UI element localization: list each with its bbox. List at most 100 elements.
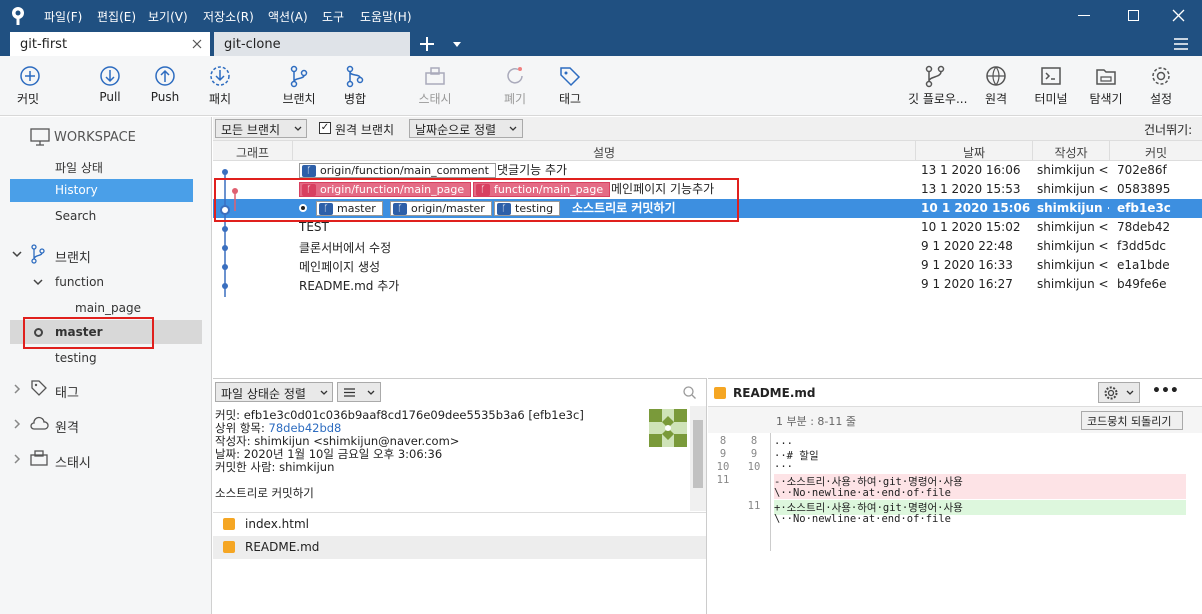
menu-view[interactable]: 보기(V) [148, 8, 188, 25]
column-header-author[interactable]: 작성자 [1033, 141, 1110, 161]
sidebar-item-function[interactable]: function [55, 275, 104, 289]
sidebar-item-testing[interactable]: testing [55, 351, 97, 365]
file-row-index[interactable]: index.html [213, 512, 706, 535]
diff-line-text: ··· [774, 461, 793, 473]
remote-branch-checkbox[interactable]: ✓ [319, 122, 331, 134]
commit-date: 9 1 2020 16:33 [921, 258, 1013, 272]
stashes-heading[interactable]: 스태시 [55, 452, 91, 471]
modified-file-icon [223, 541, 235, 553]
hamburger-menu-icon[interactable] [1174, 38, 1188, 50]
tab-git-clone[interactable]: git-clone [214, 32, 410, 56]
table-row[interactable]: 클론서버에서 수정 9 1 2020 22:48 shimkijun <shimki… [213, 237, 1202, 256]
remote-button[interactable]: 원격 [971, 64, 1021, 107]
chevron-down-icon[interactable] [12, 251, 22, 258]
gear-icon [1152, 67, 1170, 85]
branch-filter-dropdown[interactable]: 모든 브랜치 [215, 119, 307, 138]
menu-repository[interactable]: 저장소(R) [203, 8, 254, 25]
commit-hash: 78deb42 [1117, 220, 1171, 234]
settings-button[interactable]: 설정 [1136, 64, 1186, 107]
commit-details-panel: 파일 상태순 정렬 커밋: efb1e3c0d01c036b9aaf8cd176… [213, 378, 707, 614]
gear-icon [1104, 386, 1118, 400]
more-options-icon[interactable]: ••• [1152, 383, 1179, 399]
menu-edit[interactable]: 편집(E) [97, 8, 136, 25]
details-scrollbar[interactable] [690, 406, 706, 511]
view-options-dropdown[interactable] [337, 382, 381, 402]
sort-dropdown[interactable]: 날짜순으로 정렬 [409, 119, 523, 138]
column-header-graph[interactable]: 그래프 [213, 141, 293, 161]
file-sort-label: 파일 상태순 정렬 [221, 387, 306, 401]
stash-button[interactable]: 스태시 [410, 64, 460, 107]
merge-label: 병합 [343, 92, 367, 106]
branches-heading[interactable]: 브랜치 [55, 247, 91, 266]
commit-hash: efb1e3c [1117, 201, 1171, 215]
discard-label: 폐기 [503, 92, 527, 106]
explorer-label: 탐색기 [1089, 92, 1123, 106]
maximize-button[interactable] [1128, 10, 1139, 21]
sidebar-item-file-status[interactable]: 파일 상태 [55, 159, 103, 176]
commit-message: 클론서버에서 수정 [299, 241, 392, 255]
graph-node [222, 283, 228, 289]
chevron-down-icon[interactable] [453, 42, 461, 47]
scrollbar-thumb[interactable] [693, 420, 703, 488]
chevron-right-icon[interactable] [14, 384, 21, 394]
branch-button[interactable]: 브랜치 [274, 64, 324, 107]
remotes-heading[interactable]: 원격 [55, 417, 79, 436]
minimize-button[interactable] [1078, 15, 1090, 16]
column-header-commit[interactable]: 커밋 [1110, 141, 1202, 161]
commit-message: 메인페이지 생성 [299, 260, 381, 274]
tag-icon [31, 380, 47, 396]
file-sort-dropdown[interactable]: 파일 상태순 정렬 [215, 382, 333, 402]
remote-branch-label: 원격 브랜치 [335, 123, 395, 137]
add-tab-icon[interactable] [420, 37, 434, 51]
commit-button[interactable]: 커밋 [5, 64, 55, 107]
column-header-description[interactable]: 설명 [293, 141, 916, 161]
branch-badge[interactable]: ᚴ origin/function/main_comment [299, 163, 496, 178]
file-name: README.md [245, 540, 320, 554]
terminal-button[interactable]: 터미널 [1026, 64, 1076, 107]
commit-date: 10 1 2020 15:02 [921, 220, 1021, 234]
tab-git-first[interactable]: git-first [10, 32, 210, 56]
chevron-down-icon[interactable] [33, 279, 43, 286]
explorer-button[interactable]: 탐색기 [1081, 64, 1131, 107]
diff-line: 8 8... [708, 435, 1202, 448]
fetch-label: 패치 [208, 92, 232, 106]
close-icon[interactable] [1172, 9, 1185, 22]
menu-tools[interactable]: 도구 [322, 8, 344, 25]
table-row[interactable]: 메인페이지 생성 9 1 2020 16:33 shimkijun <shimki e… [213, 256, 1202, 275]
sidebar-item-search[interactable]: Search [55, 209, 96, 223]
commit-author: shimkijun <shimki [1037, 277, 1109, 291]
revert-hunk-button[interactable]: 코드뭉치 되돌리기 [1081, 411, 1183, 430]
commit-author: shimkijun <shimki [1037, 182, 1109, 196]
file-row-readme[interactable]: README.md [213, 536, 706, 559]
menu-actions[interactable]: 액션(A) [268, 8, 308, 25]
commit-author: shimkijun <shimk [1037, 201, 1109, 215]
close-tab-icon[interactable] [192, 39, 202, 49]
discard-button[interactable]: 폐기 [490, 64, 540, 107]
stash-icon [30, 450, 48, 466]
sidebar-item-history[interactable]: History [10, 179, 193, 202]
menu-file[interactable]: 파일(F) [44, 8, 82, 25]
sidebar-item-main-page[interactable]: main_page [75, 301, 141, 315]
gitflow-button[interactable]: 깃 플로우... [908, 64, 967, 107]
pull-button[interactable]: Pull [85, 64, 135, 104]
chevron-right-icon[interactable] [14, 454, 21, 464]
column-header-date[interactable]: 날짜 [916, 141, 1033, 161]
tag-label: 태그 [558, 92, 582, 106]
push-button[interactable]: Push [140, 64, 190, 104]
chevron-right-icon[interactable] [14, 419, 21, 429]
diff-settings-dropdown[interactable] [1098, 382, 1140, 403]
stash-icon [425, 67, 445, 85]
fetch-button[interactable]: 패치 [195, 64, 245, 107]
parent-link[interactable]: 78deb42bd8 [269, 421, 342, 435]
menu-help[interactable]: 도움말(H) [360, 8, 412, 25]
tags-heading[interactable]: 태그 [55, 382, 79, 401]
terminal-icon [1041, 67, 1061, 85]
diff-line: 10 10 ··· [708, 461, 1202, 474]
table-row[interactable]: README.md 추가 9 1 2020 16:27 shimkijun <shi… [213, 275, 1202, 294]
branch-icon: ᚴ [302, 165, 316, 177]
commit-message: 댓글기능 추가 [497, 163, 568, 177]
tag-button[interactable]: 태그 [545, 64, 595, 107]
commit-date: 9 1 2020 22:48 [921, 239, 1013, 253]
search-icon[interactable] [683, 386, 696, 399]
merge-button[interactable]: 병합 [330, 64, 380, 107]
